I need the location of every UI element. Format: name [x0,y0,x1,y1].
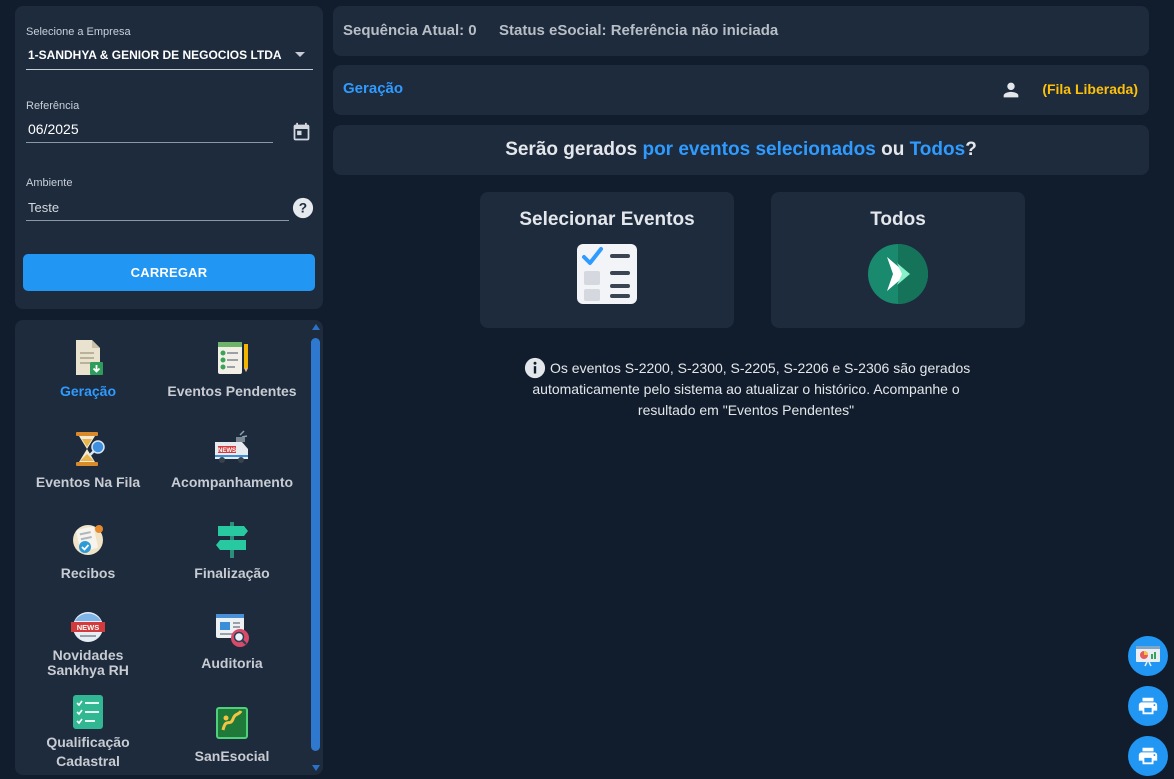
menu-label-qualificacao-line2: Cadastral [56,753,120,769]
menu-label-eventos-pendentes: Eventos Pendentes [167,383,297,399]
empresa-underline [26,69,313,70]
report-magnifier-icon [216,614,249,647]
menu-item-geracao[interactable]: Geração [15,338,161,399]
fila-status: (Fila Liberada) [1042,81,1138,97]
chevron-down-icon [295,52,305,57]
menu-label-acompanhamento: Acompanhamento [170,474,294,490]
selecionar-eventos-title: Selecionar Eventos [519,209,695,230]
menu-item-sanesocial[interactable]: SanEsocial [159,703,305,764]
menu-label-qualificacao-line1: Qualificação [46,734,130,750]
presentation-chart-icon [1136,646,1160,667]
clipboard-checklist-icon [73,695,103,729]
question-part2: ou [875,139,910,160]
menu-item-acompanhamento[interactable]: NEWS Acompanhamento [159,429,305,490]
carregar-button[interactable]: CARREGAR [23,254,315,291]
status-esocial: Status eSocial: Referência não iniciada [499,22,779,39]
ambiente-value: Teste [28,200,60,215]
document-download-icon [76,340,103,375]
menu-label-recibos: Recibos [60,565,116,581]
news-van-icon: NEWS [215,430,248,463]
question-bar: Serão gerados por eventos selecionados o… [333,125,1149,175]
scroll-down-arrow-icon[interactable] [312,765,320,771]
menu-label-geracao: Geração [59,383,117,399]
ambiente-label: Ambiente [26,177,73,189]
sanesocial-logo-icon [216,707,248,739]
menu-label-eventos-na-fila: Eventos Na Fila [35,474,141,490]
scroll-up-arrow-icon[interactable] [312,324,320,330]
empresa-label: Selecione a Empresa [26,26,131,38]
breadcrumb-bar: Geração (Fila Liberada) [333,65,1149,115]
info-note: Os eventos S-2200, S-2300, S-2205, S-220… [496,358,996,421]
menu-label-novidades-line1: Novidades [52,647,124,663]
question-part3: ? [965,139,977,160]
print-icon [1138,747,1158,765]
user-icon[interactable] [1000,79,1022,101]
menu-item-auditoria[interactable]: Auditoria [159,610,305,671]
empresa-select[interactable]: 1-SANDHYA & GENIOR DE NEGOCIOS LTDA [26,44,313,70]
print-icon [1138,697,1158,715]
info-line-3: resultado em "Eventos Pendentes" [637,402,855,418]
checklist-icon [577,244,637,304]
empresa-value: 1-SANDHYA & GENIOR DE NEGOCIOS LTDA [28,48,282,62]
info-line-2: automaticamente pelo sistema ao atualiza… [532,381,960,397]
referencia-underline [26,142,273,143]
signpost-icon [216,522,248,558]
scrollbar-thumb[interactable] [311,338,320,751]
menu-item-eventos-pendentes[interactable]: Eventos Pendentes [159,338,305,399]
question-link-todos[interactable]: Todos [910,139,966,160]
breadcrumb-title[interactable]: Geração [343,80,403,97]
referencia-input[interactable]: 06/2025 [26,118,273,142]
menu-label-auditoria: Auditoria [201,655,263,671]
menu-item-qualificacao-cadastral[interactable]: Qualificação Cadastral [15,692,161,769]
todos-card[interactable]: Todos [771,192,1025,328]
menu-item-recibos[interactable]: Recibos [15,520,161,581]
checklist-pencil-icon [218,342,248,374]
menu-scrollbar[interactable] [310,322,322,773]
menu-label-sanesocial: SanEsocial [194,748,270,764]
question-text: Serão gerados por eventos selecionados o… [333,139,1149,161]
menu-label-finalizacao: Finalização [194,565,270,581]
print-button[interactable] [1128,686,1168,726]
todos-title: Todos [870,209,926,230]
info-line-1: Os eventos S-2200, S-2300, S-2205, S-220… [550,360,971,376]
question-part1: Serão gerados [505,139,643,160]
menu-item-novidades-sankhya-rh[interactable]: NEWS Novidades Sankhya RH [15,610,161,678]
help-icon[interactable]: ? [292,197,314,219]
calendar-icon[interactable] [291,122,312,143]
ambiente-underline [26,220,289,221]
dashboard-fab-button[interactable] [1128,636,1168,676]
menu-label-novidades-line2: Sankhya RH [47,662,129,678]
referencia-label: Referência [26,100,80,112]
news-badge-icon: NEWS [71,612,105,642]
referencia-value: 06/2025 [28,121,79,137]
selecionar-eventos-card[interactable]: Selecionar Eventos [480,192,734,328]
hourglass-search-icon [76,432,105,466]
svg-text:NEWS: NEWS [77,623,100,632]
question-link-selecionados[interactable]: por eventos selecionados [642,139,875,160]
status-bar: Sequência Atual: 0 Status eSocial: Refer… [333,6,1149,56]
ambiente-input[interactable]: Teste [26,196,289,220]
sequencia-atual: Sequência Atual: 0 [343,22,477,39]
navigation-menu: Geração Eventos Pendentes Eventos Na Fil… [15,320,323,775]
receipt-check-icon [73,525,103,555]
menu-item-eventos-na-fila[interactable]: Eventos Na Fila [15,429,161,490]
menu-item-finalizacao[interactable]: Finalização [159,520,305,581]
forward-arrow-icon [868,244,928,304]
svg-text:NEWS: NEWS [218,448,236,454]
svg-text:?: ? [299,201,307,216]
print-report-button[interactable] [1128,736,1168,776]
company-filter-panel: Selecione a Empresa 1-SANDHYA & GENIOR D… [15,6,323,309]
